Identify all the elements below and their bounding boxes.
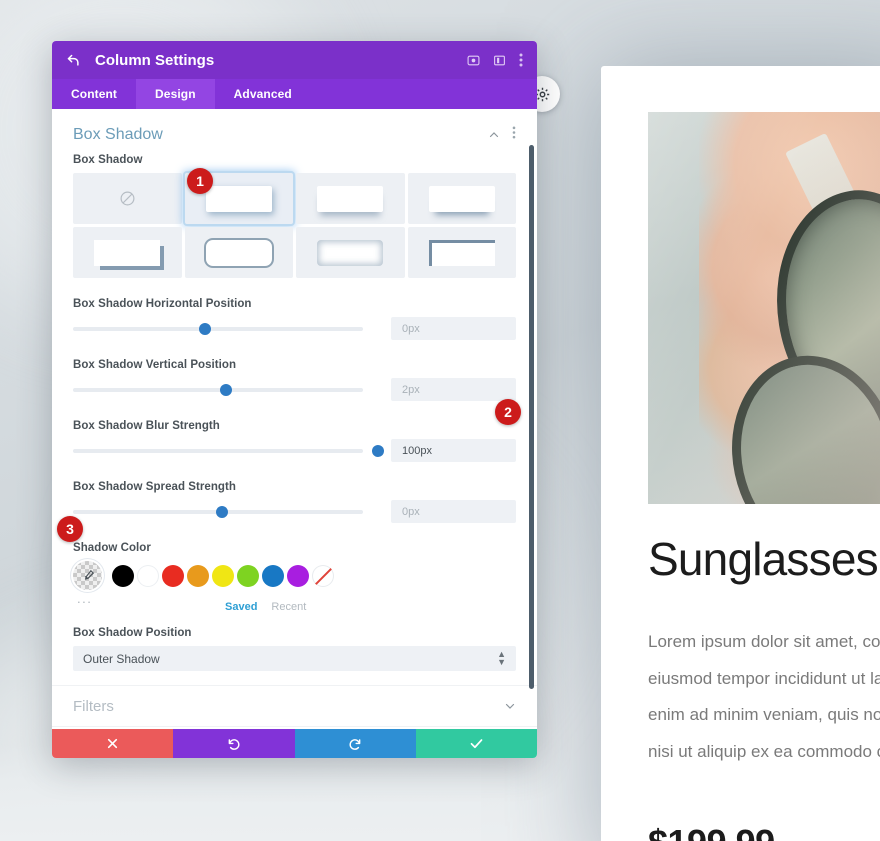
- panel-tabs: Content Design Advanced: [52, 79, 537, 109]
- product-image-sheen: [648, 112, 880, 504]
- saved-recent-tabs: Saved Recent: [225, 601, 516, 613]
- layout-panel-icon[interactable]: [493, 54, 506, 67]
- slider-knob[interactable]: [198, 322, 211, 335]
- blur-strength-slider[interactable]: [73, 443, 391, 459]
- swatch-purple[interactable]: [287, 564, 309, 587]
- box-shadow-preset-7[interactable]: [296, 227, 405, 278]
- blur-strength-label: Box Shadow Blur Strength: [73, 420, 220, 432]
- swatch-yellow[interactable]: [212, 564, 234, 587]
- product-description: Lorem ipsum dolor sit amet, consec eiusm…: [648, 624, 880, 770]
- box-shadow-preset-6[interactable]: [184, 227, 293, 278]
- panel-titlebar: Column Settings: [52, 41, 537, 79]
- more-vertical-icon[interactable]: [519, 53, 523, 67]
- undo-button[interactable]: [173, 729, 295, 758]
- cancel-button[interactable]: [52, 729, 174, 758]
- spread-strength-label: Box Shadow Spread Strength: [73, 481, 236, 493]
- product-card: Sunglasses Lorem ipsum dolor sit amet, c…: [601, 66, 880, 841]
- panel-title: Column Settings: [95, 51, 215, 69]
- swatch-blue[interactable]: [262, 564, 284, 587]
- product-image: [648, 112, 880, 504]
- panel-scrollbar[interactable]: [529, 145, 534, 689]
- annotation-badge-1: 1: [187, 168, 213, 194]
- back-arrow-icon[interactable]: [66, 53, 81, 68]
- panel-footer: [52, 729, 537, 758]
- save-button[interactable]: [415, 729, 537, 758]
- more-vertical-icon[interactable]: [512, 126, 516, 144]
- annotation-badge-3: 3: [57, 516, 83, 542]
- box-shadow-preset-4[interactable]: [407, 173, 516, 224]
- recent-tab[interactable]: Recent: [271, 601, 306, 613]
- horizontal-position-slider[interactable]: [73, 321, 391, 337]
- swatch-green[interactable]: [237, 564, 259, 587]
- swatch-black[interactable]: [112, 564, 134, 587]
- shadow-color-label: Shadow Color: [73, 542, 151, 554]
- close-icon: [108, 738, 118, 749]
- slider-knob[interactable]: [216, 505, 229, 518]
- shadow-color-swatches: [73, 561, 516, 590]
- swatch-red[interactable]: [162, 564, 184, 587]
- box-shadow-preset-none[interactable]: [73, 173, 182, 224]
- slider-knob[interactable]: [372, 444, 385, 457]
- horizontal-position-label: Box Shadow Horizontal Position: [73, 298, 252, 310]
- undo-icon: [228, 738, 240, 750]
- box-shadow-preset-5[interactable]: [73, 227, 182, 278]
- tab-design[interactable]: Design: [136, 79, 215, 109]
- vertical-position-value[interactable]: 2px: [391, 378, 516, 401]
- swatch-orange[interactable]: [187, 564, 209, 587]
- slider-knob[interactable]: [219, 383, 232, 396]
- saved-tab[interactable]: Saved: [225, 601, 257, 613]
- section-transform[interactable]: Transform: [52, 726, 537, 729]
- spread-strength-field: Box Shadow Spread Strength 0px: [52, 481, 537, 523]
- box-shadow-preset-grid: [73, 173, 516, 278]
- box-shadow-preset-field: Box Shadow: [52, 154, 537, 278]
- titlebar-actions: [467, 53, 523, 67]
- horizontal-position-field: Box Shadow Horizontal Position 0px: [52, 298, 537, 340]
- shadow-position-select[interactable]: Outer Shadow ▲ ▼: [73, 646, 516, 671]
- blur-strength-field: Box Shadow Blur Strength 100px: [52, 420, 537, 462]
- product-description-line: eiusmod tempor incididunt ut labor: [648, 668, 880, 688]
- swatch-white[interactable]: [137, 564, 159, 587]
- column-settings-panel: Column Settings Content Design Advanced …: [52, 41, 537, 758]
- shadow-position-field: Box Shadow Position Outer Shadow ▲ ▼: [52, 627, 537, 671]
- product-price: $199.99: [648, 822, 880, 841]
- box-shadow-section-header[interactable]: Box Shadow: [52, 109, 537, 154]
- vertical-position-field: Box Shadow Vertical Position 2px: [52, 359, 537, 401]
- spread-strength-value[interactable]: 0px: [391, 500, 516, 523]
- spread-strength-slider[interactable]: [73, 504, 391, 520]
- horizontal-position-value[interactable]: 0px: [391, 317, 516, 340]
- eyedropper-icon: [84, 569, 94, 580]
- stepper-arrows-icon: ▲ ▼: [497, 649, 506, 667]
- redo-button[interactable]: [294, 729, 416, 758]
- annotation-badge-2: 2: [495, 399, 521, 425]
- shadow-color-field: Shadow Color ... Saved Recent: [52, 542, 537, 613]
- tab-content[interactable]: Content: [52, 79, 136, 109]
- blur-strength-value[interactable]: 100px: [391, 439, 516, 462]
- focus-target-icon[interactable]: [467, 54, 480, 67]
- eyedropper-swatch[interactable]: [73, 561, 102, 590]
- box-shadow-label: Box Shadow: [73, 154, 143, 166]
- section-title: Box Shadow: [73, 126, 163, 143]
- chevron-up-icon[interactable]: [488, 129, 500, 141]
- product-description-line: enim ad minim veniam, quis nostru: [648, 705, 880, 725]
- product-description-line: Lorem ipsum dolor sit amet, consec: [648, 632, 880, 651]
- redo-icon: [349, 738, 361, 750]
- shadow-position-label: Box Shadow Position: [73, 627, 192, 639]
- product-title: Sunglasses: [648, 533, 879, 585]
- box-shadow-preset-8[interactable]: [407, 227, 516, 278]
- tab-advanced[interactable]: Advanced: [215, 79, 311, 109]
- swatch-transparent[interactable]: [312, 564, 334, 587]
- product-description-line: nisi ut aliquip ex ea commodo conse: [648, 741, 880, 761]
- section-filters-label: Filters: [73, 697, 114, 715]
- check-icon: [470, 739, 483, 749]
- section-filters[interactable]: Filters: [52, 685, 537, 726]
- chevron-down-icon[interactable]: [504, 700, 516, 712]
- shadow-position-value: Outer Shadow: [83, 651, 160, 666]
- product-body: Sunglasses Lorem ipsum dolor sit amet, c…: [648, 536, 880, 841]
- panel-scroll-area: Box Shadow Box Shadow Box Shadow Horizon…: [52, 109, 537, 729]
- vertical-position-label: Box Shadow Vertical Position: [73, 359, 237, 371]
- vertical-position-slider[interactable]: [73, 382, 391, 398]
- box-shadow-preset-3[interactable]: [296, 173, 405, 224]
- no-shadow-icon: [119, 190, 136, 207]
